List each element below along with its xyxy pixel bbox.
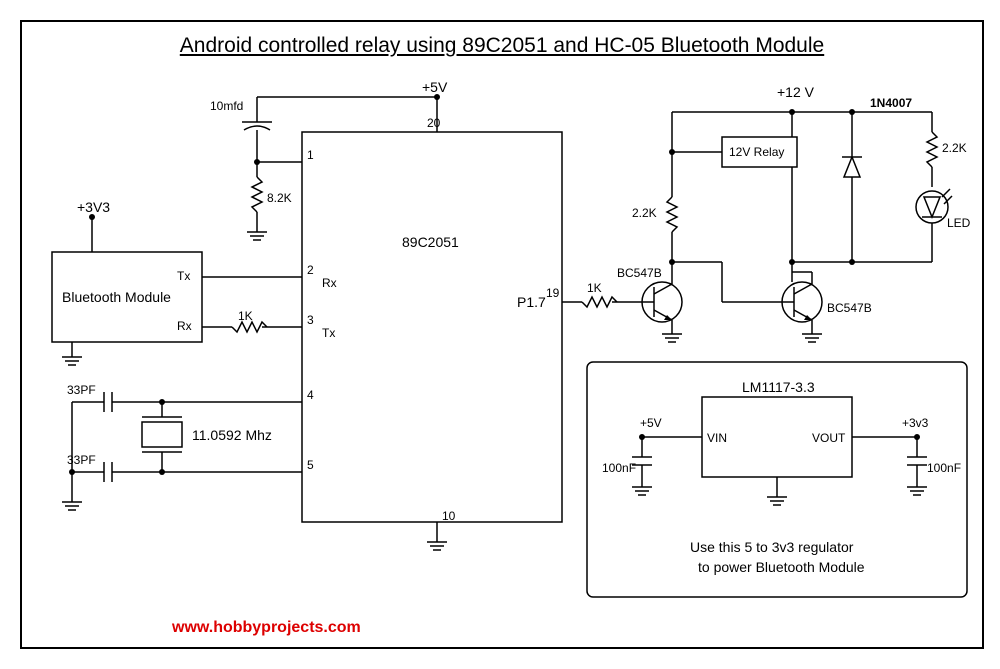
mcu-rx: Rx	[322, 276, 337, 290]
label-5v: +5V	[422, 79, 448, 95]
r-2k2-b: 2.2K	[942, 141, 967, 155]
cap-10mfd: 10mfd	[210, 99, 243, 113]
vout-label: VOUT	[812, 431, 846, 445]
c100-b: 100nF	[927, 461, 961, 475]
r-2k2-a: 2.2K	[632, 206, 657, 220]
reg-note-1: Use this 5 to 3v3 regulator	[690, 539, 854, 555]
mcu-label: 89C2051	[402, 234, 459, 250]
pin-19: 19	[546, 286, 560, 300]
label-12v: +12 V	[777, 84, 815, 100]
schematic-svg: 89C2051 +5V 20 10mfd 1 8.2K Bluetooth Mo…	[22, 22, 982, 647]
cap-33pf-1: 33PF	[67, 383, 96, 397]
r-1k: 1K	[238, 309, 253, 323]
pin-1: 1	[307, 148, 314, 162]
pin-20: 20	[427, 116, 441, 130]
pin-10: 10	[442, 509, 456, 523]
pin-3: 3	[307, 313, 314, 327]
label-3v3: +3V3	[77, 199, 110, 215]
vin-label: VIN	[707, 431, 727, 445]
q1-label: BC547B	[617, 266, 662, 280]
reg-5v: +5V	[640, 416, 662, 430]
led-label: LED	[947, 216, 971, 230]
pin-2: 2	[307, 263, 314, 277]
q2-label: BC547B	[827, 301, 872, 315]
mcu-tx: Tx	[322, 326, 335, 340]
p17-label: P1.7	[517, 294, 546, 310]
r-1k-2: 1K	[587, 281, 602, 295]
diode-label: 1N4007	[870, 96, 912, 110]
c100-a: 100nF	[602, 461, 636, 475]
reg-3v3: +3v3	[902, 416, 929, 430]
pin-5: 5	[307, 458, 314, 472]
mcu-block	[302, 132, 562, 522]
bt-tx: Tx	[177, 269, 190, 283]
bt-rx: Rx	[177, 319, 192, 333]
reg-label: LM1117-3.3	[742, 379, 815, 395]
r-8k2: 8.2K	[267, 191, 292, 205]
relay-label: 12V Relay	[729, 145, 784, 159]
bt-label: Bluetooth Module	[62, 289, 171, 305]
crystal-label: 11.0592 Mhz	[192, 427, 272, 443]
pin-4: 4	[307, 388, 314, 402]
reg-note-2: to power Bluetooth Module	[698, 559, 865, 575]
